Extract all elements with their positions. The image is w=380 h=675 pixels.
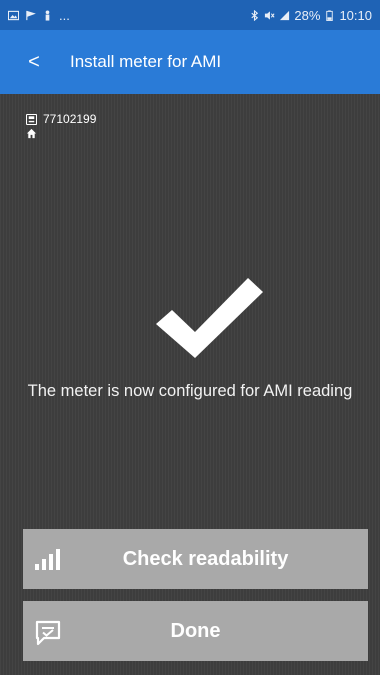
signal-icon xyxy=(280,10,290,20)
back-icon: < xyxy=(28,50,40,73)
bluetooth-icon xyxy=(251,9,259,21)
battery-icon xyxy=(326,9,334,21)
battery-percent: 28% xyxy=(294,7,321,23)
app-bar: < Install meter for AMI xyxy=(0,30,380,94)
flag-icon xyxy=(26,10,36,20)
status-overflow: ... xyxy=(59,7,70,23)
status-left: ... xyxy=(8,8,70,23)
meter-id-row: 77102199 xyxy=(26,112,96,126)
done-button[interactable]: Done xyxy=(23,601,368,661)
status-time: 10:10 xyxy=(339,7,372,23)
image-icon xyxy=(8,10,19,20)
address-row xyxy=(26,126,96,140)
meter-icon xyxy=(26,113,37,125)
check-readability-label: Check readability xyxy=(122,547,289,570)
home-icon xyxy=(26,128,37,138)
status-right: 28% 10:10 xyxy=(249,8,372,23)
mute-icon xyxy=(265,10,275,20)
person-icon xyxy=(45,9,50,21)
meter-info: 77102199 xyxy=(26,112,96,140)
page-title: Install meter for AMI xyxy=(70,52,222,71)
checkmark-icon xyxy=(156,278,263,358)
done-label: Done xyxy=(170,619,221,642)
status-bar: ... 28% 10:10 xyxy=(0,0,380,30)
signal-bars-icon xyxy=(35,549,60,570)
check-form-icon xyxy=(35,620,61,646)
meter-id: 77102199 xyxy=(43,112,97,126)
status-message: The meter is now configured for AMI read… xyxy=(27,382,353,400)
main-content: 77102199 The meter is now configured for… xyxy=(0,94,380,675)
back-button[interactable]: < xyxy=(20,42,48,82)
check-readability-button[interactable]: Check readability xyxy=(23,529,368,589)
